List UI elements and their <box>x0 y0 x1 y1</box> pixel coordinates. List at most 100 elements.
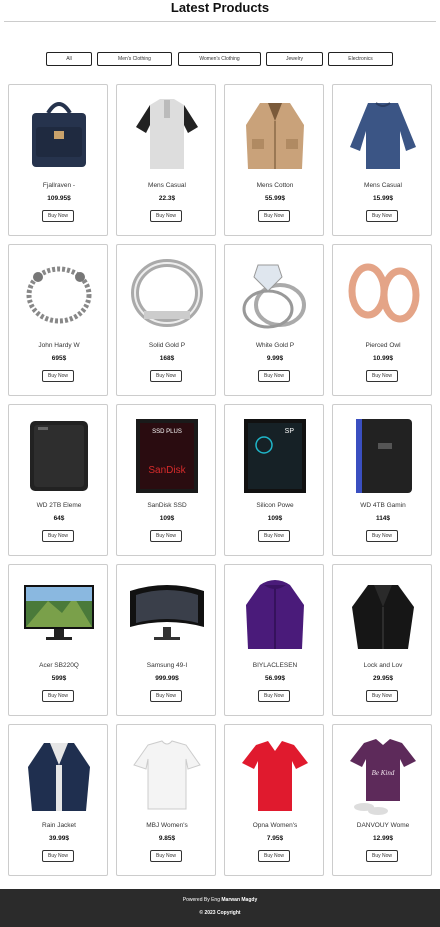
filter-mens-clothing-button[interactable]: Men's Clothing <box>97 52 172 66</box>
svg-text:Be Kind: Be Kind <box>372 769 395 777</box>
white-top-image <box>126 731 208 815</box>
product-name: Opna Women's <box>252 822 298 829</box>
product-card: WD 2TB Eleme 64$ Buy Now <box>8 404 108 556</box>
product-price: 999.99$ <box>155 675 179 682</box>
product-price: 39.99$ <box>49 835 69 842</box>
svg-text:SSD PLUS: SSD PLUS <box>152 429 182 435</box>
filter-jewelry-button[interactable]: Jewelry <box>266 52 323 66</box>
product-card: Solid Gold P 168$ Buy Now <box>116 244 216 396</box>
product-name: BIYLACLESEN <box>252 662 298 669</box>
product-name: Silicon Powe <box>256 502 294 509</box>
product-name: DANVOUY Wome <box>356 822 410 829</box>
product-name: Acer SB220Q <box>39 662 79 669</box>
raglan-tshirt-image <box>126 91 208 175</box>
product-card: MBJ Women's 9.85$ Buy Now <box>116 724 216 876</box>
product-price: 114$ <box>375 515 391 522</box>
purple-tshirt-image: Be Kind <box>342 731 424 815</box>
backpack-image <box>18 91 100 175</box>
product-name: Rain Jacket <box>42 822 76 829</box>
product-card: SSD PLUS SanDisk SanDisk SSD 109$ Buy Now <box>116 404 216 556</box>
product-name: White Gold P <box>255 342 295 349</box>
purple-jacket-image <box>234 571 316 655</box>
curved-monitor-image <box>126 571 208 655</box>
product-price: 15.99$ <box>373 195 393 202</box>
filter-womens-clothing-button[interactable]: Women's Clothing <box>178 52 261 66</box>
gaming-drive-image <box>342 411 424 495</box>
product-name: WD 4TB Gamin <box>360 502 406 509</box>
buy-now-button[interactable]: Buy Now <box>258 850 290 862</box>
product-card: SP Silicon Powe 109$ Buy Now <box>224 404 324 556</box>
product-card: Be Kind DANVOUY Wome 12.99$ Buy Now <box>332 724 432 876</box>
product-price: 695$ <box>51 355 67 362</box>
buy-now-button[interactable]: Buy Now <box>366 690 398 702</box>
buy-now-button[interactable]: Buy Now <box>366 530 398 542</box>
product-name: Samsung 49-I <box>146 662 188 669</box>
category-filter-bar: All Men's Clothing Women's Clothing Jewe… <box>0 52 440 66</box>
product-name: Solid Gold P <box>148 342 186 349</box>
product-price: 9.85$ <box>158 835 176 842</box>
product-name: John Hardy W <box>38 342 80 349</box>
filter-all-button[interactable]: All <box>46 52 92 66</box>
buy-now-button[interactable]: Buy Now <box>150 690 182 702</box>
footer-copyright: © 2023 Copyright <box>199 910 241 916</box>
buy-now-button[interactable]: Buy Now <box>366 210 398 222</box>
buy-now-button[interactable]: Buy Now <box>258 530 290 542</box>
product-price: 55.99$ <box>265 195 285 202</box>
product-card: Mens Casual 15.99$ Buy Now <box>332 84 432 236</box>
product-card: Fjallraven - 109.95$ Buy Now <box>8 84 108 236</box>
product-card: Pierced Owl 10.99$ Buy Now <box>332 244 432 396</box>
buy-now-button[interactable]: Buy Now <box>366 850 398 862</box>
footer-author: Marwan Magdy <box>221 897 258 903</box>
product-card: Rain Jacket 39.99$ Buy Now <box>8 724 108 876</box>
product-card: John Hardy W 695$ Buy Now <box>8 244 108 396</box>
buy-now-button[interactable]: Buy Now <box>258 210 290 222</box>
product-name: Lock and Lov <box>363 662 403 669</box>
footer-credit-prefix: Powered By Eng <box>182 897 220 903</box>
product-name: Mens Cotton <box>256 182 294 189</box>
product-price: 64$ <box>53 515 65 522</box>
product-card: WD 4TB Gamin 114$ Buy Now <box>332 404 432 556</box>
buy-now-button[interactable]: Buy Now <box>150 850 182 862</box>
footer-credit: Powered By Eng Marwan Magdy <box>0 897 440 903</box>
slim-fit-shirt-image <box>342 91 424 175</box>
filter-electronics-button[interactable]: Electronics <box>328 52 393 66</box>
product-price: 9.99$ <box>266 355 284 362</box>
buy-now-button[interactable]: Buy Now <box>150 530 182 542</box>
monitor-image <box>18 571 100 655</box>
red-tshirt-image <box>234 731 316 815</box>
rose-gold-plugs-image <box>342 251 424 335</box>
product-price: 22.3$ <box>158 195 176 202</box>
product-name: Pierced Owl <box>365 342 401 349</box>
buy-now-button[interactable]: Buy Now <box>150 370 182 382</box>
chain-bracelet-image <box>18 251 100 335</box>
buy-now-button[interactable]: Buy Now <box>42 850 74 862</box>
buy-now-button[interactable]: Buy Now <box>42 370 74 382</box>
product-card: Acer SB220Q 599$ Buy Now <box>8 564 108 716</box>
product-name: MBJ Women's <box>146 822 188 829</box>
product-card: Mens Casual 22.3$ Buy Now <box>116 84 216 236</box>
buy-now-button[interactable]: Buy Now <box>366 370 398 382</box>
product-price: 168$ <box>159 355 175 362</box>
buy-now-button[interactable]: Buy Now <box>258 690 290 702</box>
product-price: 10.99$ <box>373 355 393 362</box>
svg-text:SanDisk: SanDisk <box>148 465 186 476</box>
product-name: Fjallraven - <box>42 182 76 189</box>
silver-ring-image <box>126 251 208 335</box>
product-card: Opna Women's 7.95$ Buy Now <box>224 724 324 876</box>
page-title: Latest Products <box>170 0 270 15</box>
buy-now-button[interactable]: Buy Now <box>150 210 182 222</box>
buy-now-button[interactable]: Buy Now <box>258 370 290 382</box>
product-name: WD 2TB Eleme <box>36 502 82 509</box>
buy-now-button[interactable]: Buy Now <box>42 210 74 222</box>
external-drive-image <box>18 411 100 495</box>
product-card: Samsung 49-I 999.99$ Buy Now <box>116 564 216 716</box>
buy-now-button[interactable]: Buy Now <box>42 530 74 542</box>
silicon-power-ssd-image: SP <box>234 411 316 495</box>
buy-now-button[interactable]: Buy Now <box>42 690 74 702</box>
product-price: 7.95$ <box>266 835 284 842</box>
product-price: 109$ <box>159 515 175 522</box>
footer: Powered By Eng Marwan Magdy © 2023 Copyr… <box>0 889 440 927</box>
rain-jacket-image <box>18 731 100 815</box>
title-divider <box>4 21 436 22</box>
product-card: Lock and Lov 29.95$ Buy Now <box>332 564 432 716</box>
